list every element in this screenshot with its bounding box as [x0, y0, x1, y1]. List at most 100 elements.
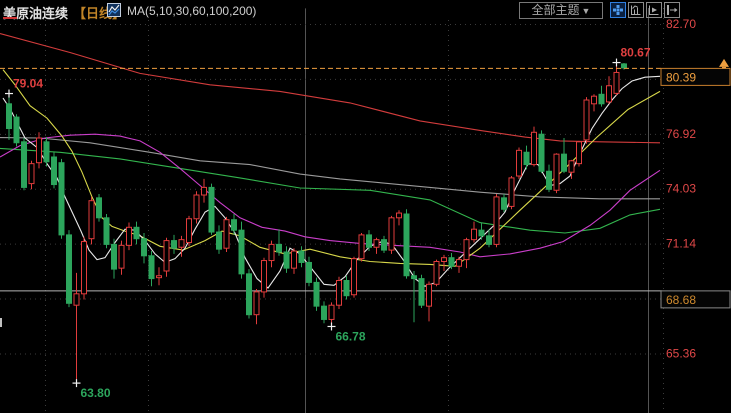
candle — [479, 223, 484, 240]
candle — [134, 222, 139, 245]
candle — [29, 161, 34, 190]
candle — [352, 257, 357, 298]
candle — [472, 222, 477, 243]
candle — [194, 191, 199, 223]
crosshair-icon[interactable] — [610, 2, 626, 18]
price-tag: 68.68 — [661, 291, 730, 308]
overlay-chart-icon[interactable] — [628, 2, 644, 18]
candle — [419, 275, 424, 308]
candle — [89, 197, 94, 245]
candle — [374, 238, 379, 254]
candle — [539, 130, 544, 173]
annotation-label: 79.04 — [13, 77, 43, 91]
ma5-value: MA5:70.93 — [272, 4, 330, 18]
axis-tick-label: 71.14 — [666, 237, 696, 251]
candle — [82, 237, 87, 300]
candle — [37, 132, 42, 168]
candle — [224, 217, 229, 252]
candle — [299, 246, 304, 267]
svg-text:80.39: 80.39 — [666, 70, 696, 84]
candle — [209, 184, 214, 235]
candle — [149, 251, 154, 286]
candle — [397, 210, 402, 225]
svg-text:68.68: 68.68 — [666, 293, 696, 307]
candle — [112, 239, 117, 279]
ma-line-ma200 — [0, 34, 660, 143]
candles — [7, 63, 627, 384]
candle — [119, 241, 124, 275]
left-edge-tick — [0, 318, 2, 327]
candle — [509, 176, 514, 209]
candle — [442, 255, 447, 271]
candle — [127, 223, 132, 251]
chart-arrow-icon[interactable] — [646, 2, 662, 18]
candle — [292, 248, 297, 274]
up-arrow-icon — [719, 59, 729, 67]
candle — [599, 86, 604, 107]
ma-formula-label: MA(5,10,30,60,100,200) — [127, 4, 256, 18]
candle — [97, 194, 102, 222]
theme-dropdown-label: 全部主题 — [532, 3, 580, 17]
candle — [74, 273, 79, 383]
candle — [322, 301, 327, 323]
candle — [262, 258, 267, 298]
candle — [239, 222, 244, 279]
candle — [464, 238, 469, 268]
candle — [367, 230, 372, 251]
panel-collapse-icon[interactable] — [664, 2, 680, 18]
candle — [172, 235, 177, 254]
candle — [457, 257, 462, 273]
candle — [7, 94, 12, 140]
candle — [547, 165, 552, 193]
symbol-title: 美原油连续 — [3, 3, 68, 22]
candle — [389, 216, 394, 254]
candle — [434, 260, 439, 287]
candle — [14, 114, 19, 146]
candle — [314, 278, 319, 311]
candle — [404, 209, 409, 278]
candle — [157, 267, 162, 285]
annotation-label: 66.78 — [336, 329, 366, 343]
axis-tick-label: 74.03 — [666, 182, 696, 196]
candle — [164, 238, 169, 277]
axis-tick-label: 65.36 — [666, 346, 696, 360]
candle — [232, 214, 237, 235]
candle — [247, 269, 252, 318]
candle — [277, 229, 282, 256]
candle — [494, 194, 499, 247]
candle — [412, 271, 417, 322]
candle — [307, 257, 312, 286]
title-underline — [3, 17, 17, 19]
candle — [427, 281, 432, 321]
candle — [67, 230, 72, 307]
theme-dropdown-button[interactable]: 全部主题▼ — [519, 2, 603, 19]
candle — [532, 127, 537, 167]
candle — [517, 148, 522, 179]
candle — [577, 141, 582, 167]
ma10-value: MA10:71.83 — [342, 4, 407, 18]
candle — [44, 137, 49, 166]
candle — [592, 94, 597, 111]
candle — [202, 179, 207, 203]
candle — [344, 276, 349, 300]
candle — [382, 236, 387, 253]
candle — [562, 138, 567, 173]
candle — [284, 246, 289, 273]
annotation-label: 63.80 — [81, 386, 111, 400]
price-tag: 80.39 — [661, 59, 730, 86]
ma30-value: MA30 — [419, 4, 450, 18]
chart-header: 美原油连续 【日线】 MA(5,10,30,60,100,200) MA5:70… — [0, 0, 731, 20]
chart-canvas[interactable]: 79.0480.6763.8066.7882.7076.9274.0371.14… — [0, 0, 731, 413]
candle — [22, 138, 27, 190]
trading-app-window: 79.0480.6763.8066.7882.7076.9274.0371.14… — [0, 0, 731, 413]
ma-line-ma5 — [3, 76, 660, 288]
candle — [614, 63, 619, 96]
candle — [359, 233, 364, 262]
candle — [554, 153, 559, 193]
candle — [449, 253, 454, 269]
mini-chart-icon — [107, 3, 121, 22]
candle — [607, 76, 612, 104]
annotation-label: 80.67 — [621, 46, 651, 60]
candle — [59, 159, 64, 239]
candle — [104, 214, 109, 248]
